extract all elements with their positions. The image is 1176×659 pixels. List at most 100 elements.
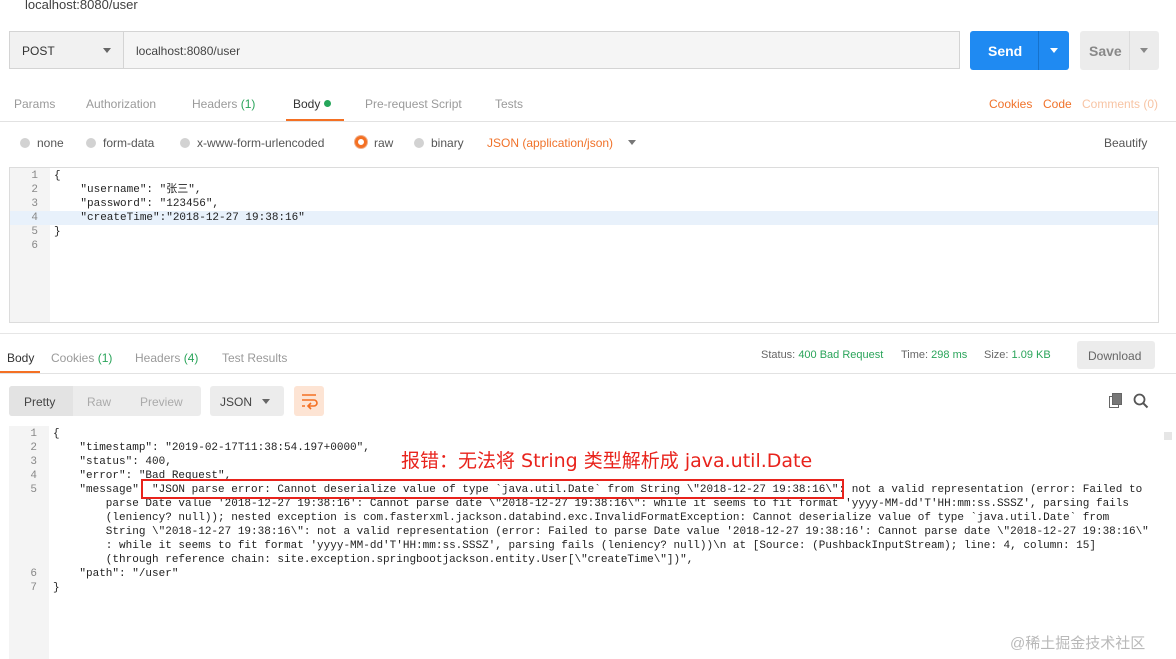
save-label: Save <box>1089 43 1122 59</box>
code-text: String \"2018-12-27 19:38:16\": not a va… <box>53 526 1149 538</box>
active-tab-underline <box>286 119 344 121</box>
tab-tests[interactable]: Tests <box>495 97 523 111</box>
radio-none[interactable]: none <box>20 136 64 150</box>
line-number: 5 <box>31 226 38 238</box>
code-text: "createTime":"2018-12-27 19:38:16" <box>54 212 305 224</box>
active-tab-underline <box>0 371 40 373</box>
response-tab-test-results[interactable]: Test Results <box>222 351 287 365</box>
copy-icon[interactable] <box>1109 393 1123 409</box>
radio-binary[interactable]: binary <box>414 136 464 150</box>
tab-headers-count: (1) <box>240 97 256 111</box>
download-button[interactable]: Download <box>1077 341 1155 369</box>
tab-body[interactable]: Body <box>293 97 332 111</box>
tab-headers-label: Headers <box>192 97 238 111</box>
pretty-button[interactable]: Pretty <box>24 395 55 409</box>
code-line: 3 "password": "123456", <box>10 197 1158 211</box>
radio-urlencoded-label: x-www-form-urlencoded <box>197 136 325 150</box>
wrap-lines-button[interactable] <box>294 386 324 416</box>
pane-divider[interactable] <box>0 333 1176 334</box>
window-title: localhost:8080/user <box>25 0 138 12</box>
download-label: Download <box>1088 349 1142 363</box>
url-input[interactable]: localhost:8080/user <box>124 31 960 69</box>
response-tab-headers[interactable]: Headers (4) <box>135 351 198 365</box>
code-text: "timestamp": "2019-02-17T11:38:54.197+00… <box>53 442 370 454</box>
scrollbar[interactable] <box>1164 432 1172 440</box>
body-indicator-dot <box>324 100 332 107</box>
code-text: { <box>53 428 60 440</box>
send-divider <box>1038 31 1039 70</box>
line-number: 3 <box>31 198 38 210</box>
code-text: } <box>54 226 61 238</box>
line-number: 2 <box>31 184 38 196</box>
code-text: "username": "张三", <box>54 184 202 196</box>
tab-body-label: Body <box>293 97 321 111</box>
status-indicator: Status: 400 Bad Request <box>761 349 883 361</box>
code-line: 7} <box>9 581 1172 595</box>
code-line: 6 "path": "/user" <box>9 567 1172 581</box>
raw-button[interactable]: Raw <box>87 395 111 409</box>
time-label: Time: <box>901 349 929 361</box>
cookies-link[interactable]: Cookies <box>989 97 1032 111</box>
chevron-down-icon[interactable] <box>1140 48 1148 53</box>
line-number: 1 <box>30 428 37 440</box>
response-tab-cookies-count: (1) <box>97 351 113 365</box>
radio-form-data-label: form-data <box>103 136 155 150</box>
watermark: @稀土掘金技术社区 <box>1010 635 1146 652</box>
code-text: "password": "123456", <box>54 198 220 210</box>
radio-circle <box>86 138 96 148</box>
status-label: Status: <box>761 349 796 361</box>
annotation-box <box>141 479 844 499</box>
format-select[interactable]: JSON <box>210 386 284 416</box>
response-tab-cookies-label: Cookies <box>51 351 95 365</box>
request-body-editor[interactable]: 1{2 "username": "张三", 3 "password": "1234… <box>9 167 1159 323</box>
send-button[interactable]: Send <box>970 31 1069 70</box>
response-tab-body[interactable]: Body <box>7 351 34 365</box>
code-line: String \"2018-12-27 19:38:16\": not a va… <box>9 525 1172 539</box>
radio-circle <box>414 138 424 148</box>
line-number: 4 <box>31 212 38 224</box>
response-tab-headers-count: (4) <box>183 351 199 365</box>
time-indicator: Time: 298 ms <box>901 349 967 361</box>
line-number: 5 <box>30 484 37 496</box>
code-line: 1{ <box>9 427 1172 441</box>
chevron-down-icon[interactable] <box>628 140 636 145</box>
wrap-lines-icon <box>302 394 318 410</box>
save-button[interactable]: Save <box>1080 31 1159 70</box>
tab-params[interactable]: Params <box>14 97 55 111</box>
method-select[interactable]: POST <box>9 31 124 69</box>
radio-none-label: none <box>37 136 64 150</box>
chevron-down-icon[interactable] <box>1050 48 1058 53</box>
code-line: 6 <box>10 239 1158 253</box>
code-link[interactable]: Code <box>1043 97 1072 111</box>
beautify-link[interactable]: Beautify <box>1104 136 1147 150</box>
search-icon[interactable] <box>1133 393 1149 409</box>
code-line: (leniency? null)); nested exception is c… <box>9 511 1172 525</box>
annotation-text: 报错：无法将 String 类型解析成 java.util.Date <box>401 450 813 472</box>
line-number: 6 <box>30 568 37 580</box>
status-value: 400 Bad Request <box>798 349 884 361</box>
code-line: 4 "createTime":"2018-12-27 19:38:16" <box>10 211 1158 225</box>
radio-circle <box>180 138 190 148</box>
line-number: 4 <box>30 470 37 482</box>
chevron-down-icon <box>262 399 270 404</box>
radio-form-data[interactable]: form-data <box>86 136 154 150</box>
radio-circle <box>20 138 30 148</box>
request-tab-divider <box>0 121 1176 122</box>
url-value: localhost:8080/user <box>136 44 241 58</box>
tab-authorization[interactable]: Authorization <box>86 97 156 111</box>
response-tab-headers-label: Headers <box>135 351 181 365</box>
radio-circle-checked <box>355 136 367 148</box>
line-number: 2 <box>30 442 37 454</box>
radio-raw-label: raw <box>374 136 394 150</box>
code-text: (leniency? null)); nested exception is c… <box>53 512 1110 524</box>
radio-urlencoded[interactable]: x-www-form-urlencoded <box>180 136 324 150</box>
code-line: parse Date value '2018-12-27 19:38:16': … <box>9 497 1172 511</box>
comments-link[interactable]: Comments (0) <box>1082 97 1158 111</box>
content-type-select[interactable]: JSON (application/json) <box>487 136 613 150</box>
response-tab-cookies[interactable]: Cookies (1) <box>51 351 112 365</box>
radio-raw[interactable]: raw <box>355 136 393 150</box>
preview-button[interactable]: Preview <box>140 395 183 409</box>
format-label: JSON <box>220 395 253 409</box>
tab-headers[interactable]: Headers (1) <box>192 97 255 111</box>
tab-prerequest-script[interactable]: Pre-request Script <box>365 97 462 111</box>
